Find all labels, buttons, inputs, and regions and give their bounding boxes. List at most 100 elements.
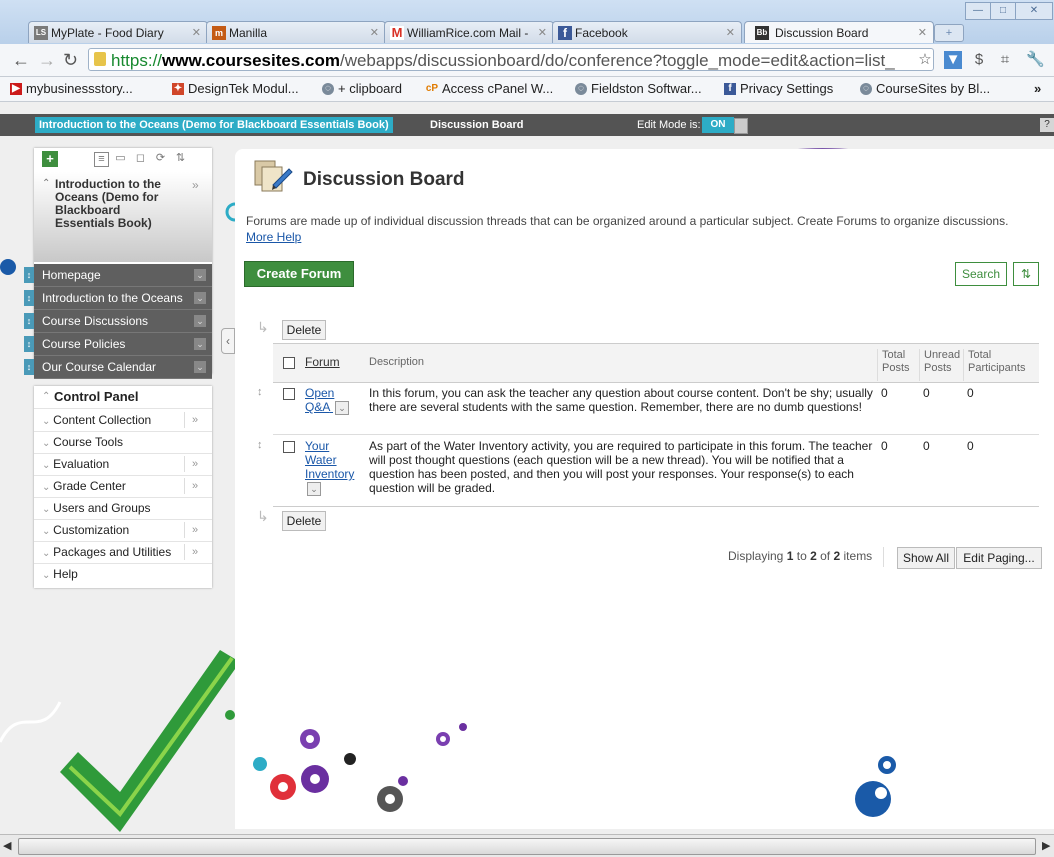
back-arrow-icon[interactable]: ← xyxy=(12,50,30,70)
refresh-icon[interactable]: ⟳ xyxy=(154,152,167,165)
drag-handle-icon[interactable]: ↕ xyxy=(24,267,34,283)
bookmark-item[interactable]: ◌ Fieldston Softwar... xyxy=(575,77,702,101)
control-panel-header[interactable]: ⌃ Control Panel xyxy=(34,386,212,409)
chevron-down-icon[interactable]: ⌄ xyxy=(194,361,206,373)
bookmarks-overflow-button[interactable]: » xyxy=(1034,77,1041,101)
delete-button-bottom[interactable]: Delete xyxy=(282,511,326,531)
tab-discussion-board[interactable]: Bb Discussion Board ✕ xyxy=(744,21,934,43)
expand-arrow-icon[interactable]: » xyxy=(192,178,199,192)
cp-content-collection[interactable]: ⌄ Content Collection » xyxy=(34,409,212,432)
edit-mode-toggle[interactable]: ON xyxy=(702,117,734,133)
tab-close-icon[interactable]: ✕ xyxy=(192,22,201,43)
chevron-down-icon[interactable]: ⌄ xyxy=(335,400,350,415)
menu-item-course-policies[interactable]: ↕ Course Policies ⌄ xyxy=(24,333,212,356)
tab-myplate[interactable]: LS MyPlate - Food Diary ✕ xyxy=(28,21,208,43)
chevron-down-icon[interactable]: ⌄ xyxy=(194,269,206,281)
select-all-checkbox[interactable] xyxy=(283,357,295,369)
cp-grade-center[interactable]: ⌄ Grade Center » xyxy=(34,475,212,498)
tab-mail[interactable]: M WilliamRice.com Mail - ✕ xyxy=(384,21,554,43)
expand-arrow-icon[interactable]: » xyxy=(192,475,198,497)
reload-icon[interactable]: ↻ xyxy=(63,50,78,70)
folder-view-icon[interactable]: ▭ xyxy=(114,152,127,165)
cp-help[interactable]: ⌄ Help xyxy=(34,563,212,585)
bookmark-item[interactable]: ✦ DesignTek Modul... xyxy=(172,77,299,101)
bookmark-label: Access cPanel W... xyxy=(442,81,554,96)
edit-paging-button[interactable]: Edit Paging... xyxy=(956,547,1042,569)
tab-close-icon[interactable]: ✕ xyxy=(918,22,927,43)
add-menu-item-icon[interactable]: + xyxy=(42,151,58,167)
wrench-icon[interactable]: 🔧 xyxy=(1026,51,1045,69)
chevron-down-icon[interactable]: ⌄ xyxy=(194,338,206,350)
tab-close-icon[interactable]: ✕ xyxy=(538,22,547,43)
menu-item-calendar[interactable]: ↕ Our Course Calendar ⌄ xyxy=(24,356,212,379)
drag-handle-icon[interactable]: ↕ xyxy=(24,336,34,352)
menu-item-course-discussions[interactable]: ↕ Course Discussions ⌄ xyxy=(24,310,212,333)
scroll-right-icon[interactable]: ▶ xyxy=(1042,839,1050,852)
minimize-button[interactable]: — xyxy=(965,2,991,20)
expand-arrow-icon[interactable]: » xyxy=(192,409,198,431)
drag-handle-icon[interactable]: ↕ xyxy=(24,313,34,329)
help-icon[interactable]: ? xyxy=(1040,118,1054,132)
chevron-down-icon[interactable]: ⌄ xyxy=(194,292,206,304)
expand-arrow-icon[interactable]: » xyxy=(192,519,198,541)
show-all-button[interactable]: Show All xyxy=(897,547,955,569)
course-title[interactable]: Introduction to the Oceans (Demo for Bla… xyxy=(55,178,175,230)
extension-icon[interactable]: $ xyxy=(970,51,988,69)
bookmark-item[interactable]: ◌ CourseSites by Bl... xyxy=(860,77,990,101)
reorder-icon[interactable]: ⇅ xyxy=(174,152,187,165)
search-button[interactable]: Search xyxy=(955,262,1007,286)
address-bar[interactable]: https://www.coursesites.com/webapps/disc… xyxy=(88,48,934,71)
menu-item-homepage[interactable]: ↕ Homepage ⌄ xyxy=(24,264,212,287)
forum-link[interactable]: Open Q&A ⌄ xyxy=(305,386,355,415)
new-tab-button[interactable]: + xyxy=(934,24,964,42)
row-checkbox[interactable] xyxy=(283,388,295,400)
bookmark-item[interactable]: cP Access cPanel W... xyxy=(424,77,553,101)
tab-facebook[interactable]: f Facebook ✕ xyxy=(552,21,742,43)
bookmark-item[interactable]: f Privacy Settings xyxy=(724,77,833,101)
chevron-down-icon[interactable]: ⌄ xyxy=(307,481,321,496)
screen-capture-icon[interactable]: ⌗ xyxy=(996,51,1014,69)
drag-handle-icon[interactable]: ↕ xyxy=(257,386,263,398)
forum-link[interactable]: Your Water Inventory ⌄ xyxy=(305,439,355,496)
column-forum[interactable]: Forum xyxy=(305,356,340,369)
collapse-chevron-icon[interactable]: ⌃ xyxy=(42,178,50,189)
menu-item-introduction[interactable]: ↕ Introduction to the Oceans ⌄ xyxy=(24,287,212,310)
horizontal-scrollbar[interactable]: ◀ ▶ xyxy=(0,834,1054,857)
drag-handle-icon[interactable]: ↕ xyxy=(24,359,34,375)
cp-users-groups[interactable]: ⌄ Users and Groups xyxy=(34,497,212,520)
drag-handle-icon[interactable]: ↕ xyxy=(257,439,263,451)
edit-mode-switch-handle[interactable] xyxy=(734,118,748,134)
new-window-icon[interactable]: ◻ xyxy=(134,152,147,165)
column-unread-posts[interactable]: Unread Posts xyxy=(919,349,964,381)
list-view-icon[interactable]: ≡ xyxy=(94,152,109,167)
collapse-menu-button[interactable]: ‹ xyxy=(221,328,235,354)
tab-close-icon[interactable]: ✕ xyxy=(370,22,379,43)
delete-button-top[interactable]: Delete xyxy=(282,320,326,340)
cp-evaluation[interactable]: ⌄ Evaluation » xyxy=(34,453,212,476)
scroll-left-icon[interactable]: ◀ xyxy=(3,839,11,852)
drag-handle-icon[interactable]: ↕ xyxy=(24,290,34,306)
expand-arrow-icon[interactable]: » xyxy=(192,541,198,563)
tab-manilla[interactable]: m Manilla ✕ xyxy=(206,21,386,43)
close-window-button[interactable]: ✕ xyxy=(1015,2,1053,20)
maximize-button[interactable]: □ xyxy=(990,2,1016,20)
tab-close-icon[interactable]: ✕ xyxy=(726,22,735,43)
column-total-posts[interactable]: Total Posts xyxy=(877,349,920,381)
scrollbar-thumb[interactable] xyxy=(18,838,1036,855)
forward-arrow-icon[interactable]: → xyxy=(38,50,56,70)
bookmark-item[interactable]: ◌ + clipboard xyxy=(322,77,402,101)
cp-customization[interactable]: ⌄ Customization » xyxy=(34,519,212,542)
extension-icon[interactable]: ▼ xyxy=(944,51,962,69)
bookmark-item[interactable]: ▶ mybusinessstory... xyxy=(10,77,133,101)
row-checkbox[interactable] xyxy=(283,441,295,453)
create-forum-button[interactable]: Create Forum xyxy=(244,261,354,287)
expand-arrow-icon[interactable]: » xyxy=(192,453,198,475)
breadcrumb-course[interactable]: Introduction to the Oceans (Demo for Bla… xyxy=(35,117,393,133)
cp-packages-utilities[interactable]: ⌄ Packages and Utilities » xyxy=(34,541,212,564)
bookmark-star-icon[interactable]: ☆ xyxy=(916,51,934,69)
cp-course-tools[interactable]: ⌄ Course Tools xyxy=(34,431,212,454)
chevron-down-icon[interactable]: ⌄ xyxy=(194,315,206,327)
sort-icon[interactable]: ⇅ xyxy=(1013,262,1039,286)
more-help-link[interactable]: More Help xyxy=(246,230,301,244)
column-total-participants[interactable]: Total Participants xyxy=(963,349,1038,381)
